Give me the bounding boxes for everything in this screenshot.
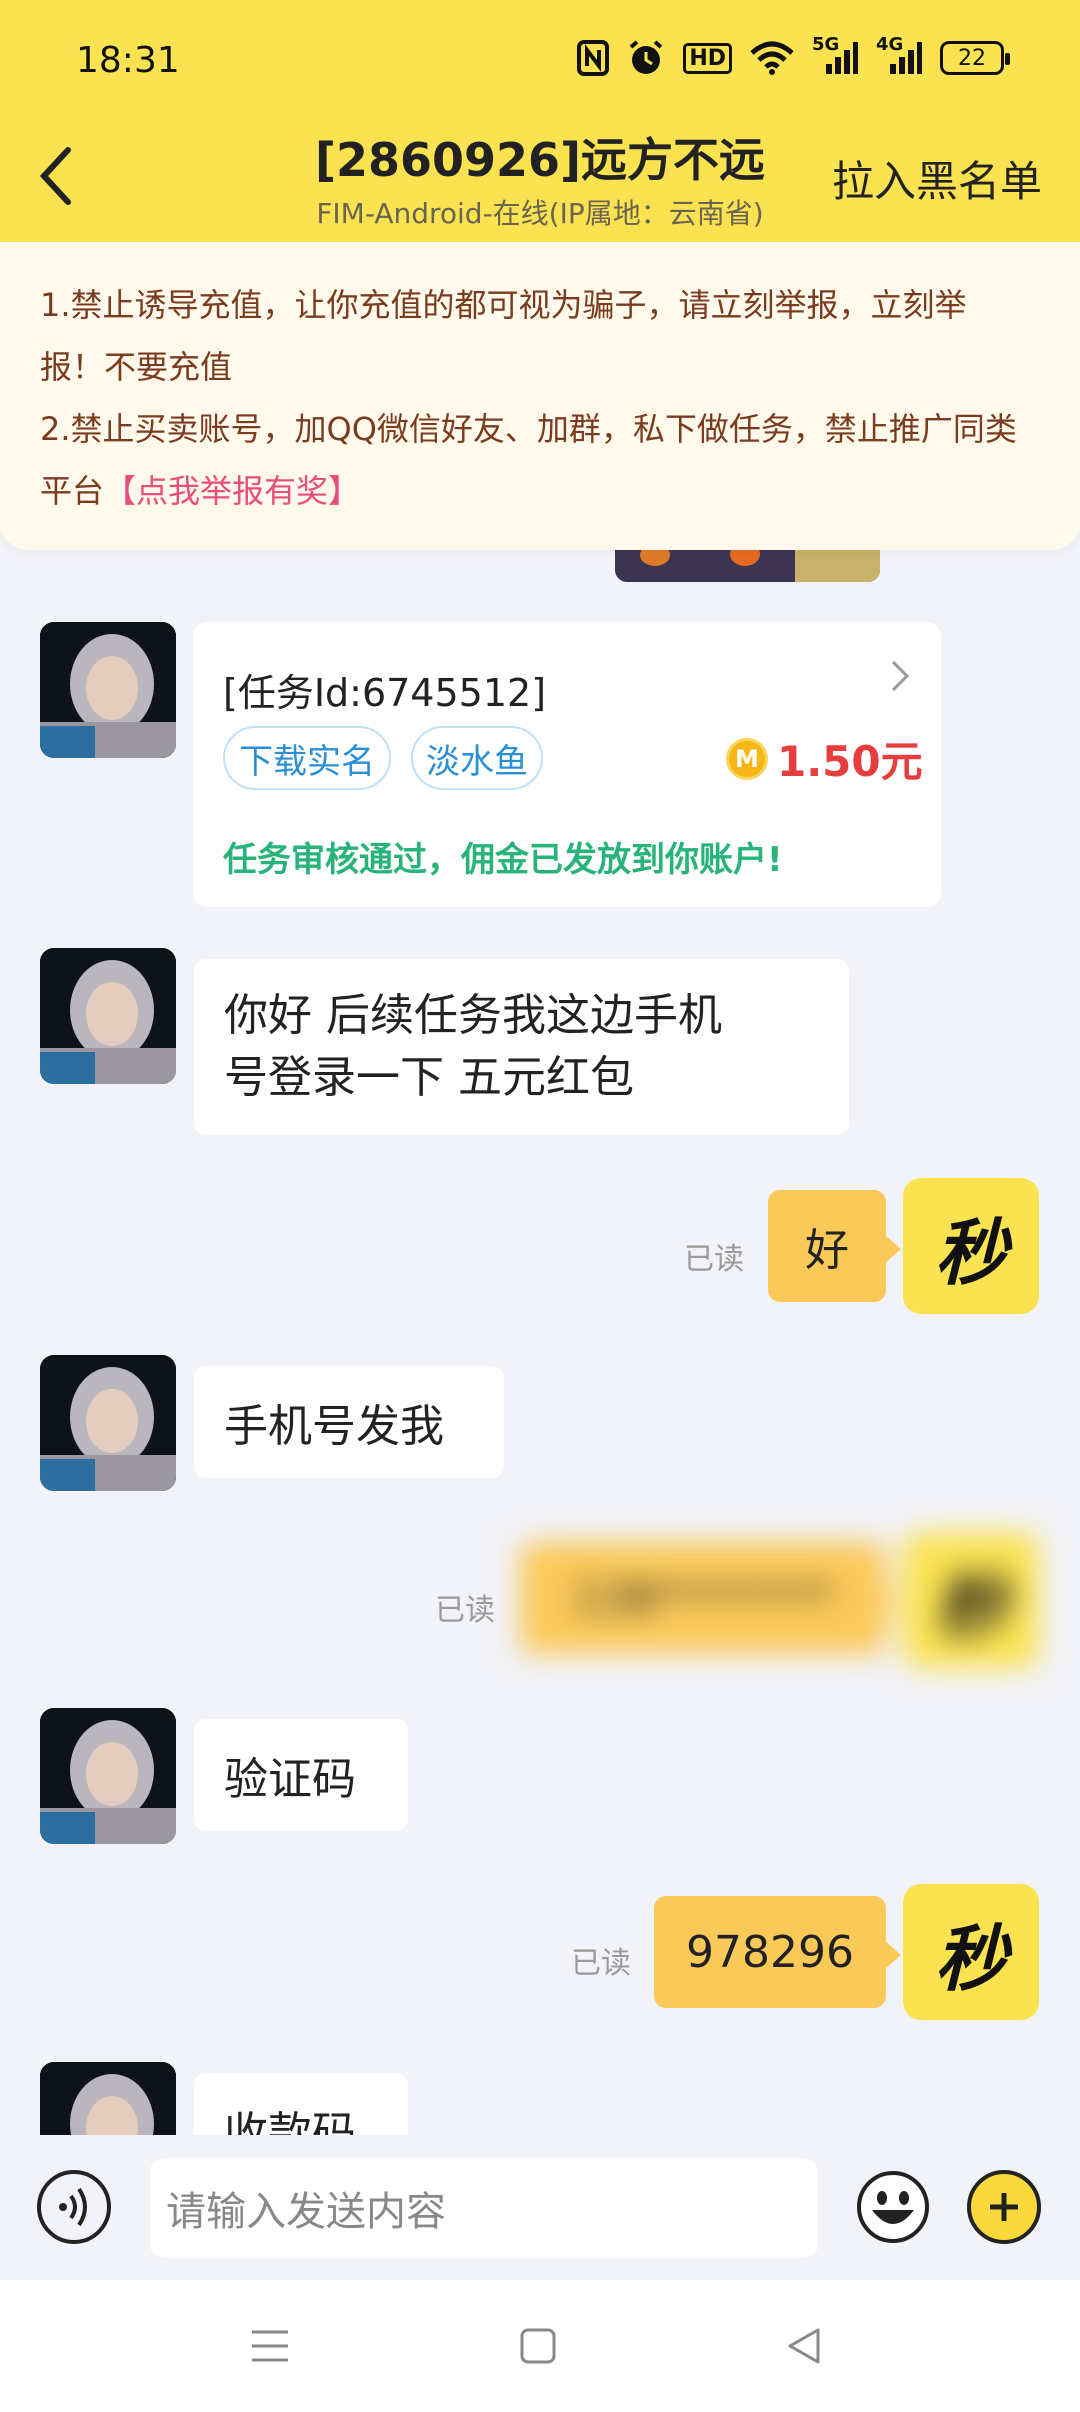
message-bubble[interactable]: 你好 后续任务我这边手机 号登录一下 五元红包	[194, 959, 849, 1135]
my-avatar[interactable]: 秒	[903, 1178, 1039, 1314]
coin-icon: M	[726, 738, 768, 780]
chat-list[interactable]: [任务Id:6745512] 下载实名 淡水鱼 M 1.50元 任务审核通过，佣…	[0, 550, 1080, 2135]
task-tag: 淡水鱼	[411, 726, 543, 790]
blacklist-button[interactable]: 拉入黑名单	[832, 148, 1042, 209]
task-tag: 下载实名	[223, 726, 391, 790]
contact-avatar[interactable]	[40, 1355, 176, 1491]
input-bar: 请输入发送内容	[0, 2135, 1080, 2280]
contact-avatar[interactable]	[40, 1708, 176, 1844]
my-avatar[interactable]: 秒	[903, 1532, 1039, 1668]
battery-icon: 22	[940, 41, 1010, 75]
contact-avatar[interactable]	[40, 2062, 176, 2135]
message-text: 收款码	[224, 2108, 356, 2135]
hd-icon: HD	[683, 38, 732, 78]
partial-image-message[interactable]	[615, 550, 880, 582]
message-text: 你好 后续任务我这边手机	[224, 990, 722, 1041]
message-text: 手机号发我	[224, 1401, 444, 1452]
message-text: 好	[805, 1225, 849, 1276]
notice-prefix: 平台	[40, 472, 105, 510]
message-input[interactable]: 请输入发送内容	[150, 2158, 818, 2258]
contact-avatar[interactable]	[40, 622, 176, 758]
message-text: 号登录一下 五元红包	[224, 1052, 634, 1103]
message-text: 138********	[573, 1572, 833, 1624]
message-text: 验证码	[224, 1754, 356, 1805]
my-avatar[interactable]: 秒	[903, 1884, 1039, 2020]
notice-line: 报！不要充值	[40, 348, 233, 386]
read-status: 已读	[435, 1593, 495, 1628]
read-status: 已读	[684, 1242, 744, 1277]
back-nav-icon[interactable]	[784, 2326, 824, 2366]
notice-line: 2.禁止买卖账号，加QQ微信好友、加群，私下做任务，禁止推广同类	[40, 410, 1017, 448]
plus-icon	[990, 2193, 1018, 2221]
wifi-icon	[750, 38, 794, 78]
voice-icon	[59, 2187, 87, 2227]
contact-avatar[interactable]	[40, 948, 176, 1084]
rules-notice: 1.禁止诱导充值，让你充值的都可视为骗子，请立刻举报，立刻举 报！不要充值 2.…	[0, 242, 1080, 550]
emoji-icon	[857, 2171, 929, 2243]
message-bubble[interactable]: 收款码	[194, 2073, 408, 2135]
nfc-icon	[577, 38, 610, 78]
plus-button[interactable]	[967, 2170, 1041, 2244]
message-bubble[interactable]: 手机号发我	[194, 1366, 504, 1478]
read-status: 已读	[571, 1946, 631, 1981]
status-bar: 18:31 HD 5G 4G 22	[0, 0, 1080, 120]
signal-4g-icon: 4G	[876, 34, 922, 78]
notice-line: 平台【点我举报有奖】	[40, 460, 1040, 522]
my-message-bubble[interactable]: 138********	[520, 1542, 901, 1654]
signal-5g-icon: 5G	[812, 34, 858, 78]
task-reward: 1.50元	[777, 737, 923, 786]
message-text: 978296	[686, 1926, 854, 1978]
system-nav-bar	[0, 2280, 1080, 2412]
report-link[interactable]: 【点我举报有奖】	[104, 472, 360, 510]
task-id: [任务Id:6745512]	[223, 671, 547, 715]
home-icon[interactable]	[518, 2326, 558, 2366]
my-message-bubble[interactable]: 978296	[654, 1896, 901, 2008]
notice-line: 1.禁止诱导充值，让你充值的都可视为骗子，请立刻举报，立刻举	[40, 286, 967, 324]
emoji-button[interactable]	[856, 2170, 930, 2244]
menu-icon[interactable]	[250, 2326, 290, 2366]
task-card[interactable]: [任务Id:6745512] 下载实名 淡水鱼 M 1.50元 任务审核通过，佣…	[193, 622, 941, 907]
header-bar: 18:31 HD 5G 4G 22 [2860926]远方不远 FIM-Andr…	[0, 0, 1080, 242]
status-icons: HD 5G 4G 22	[577, 34, 1010, 78]
voice-button[interactable]	[37, 2170, 111, 2244]
alarm-icon	[627, 38, 665, 78]
my-message-bubble[interactable]: 好	[768, 1190, 901, 1302]
task-status: 任务审核通过，佣金已发放到你账户!	[223, 840, 783, 880]
message-bubble[interactable]: 验证码	[194, 1719, 408, 1831]
chevron-right-icon	[891, 660, 910, 692]
status-time: 18:31	[76, 40, 180, 81]
